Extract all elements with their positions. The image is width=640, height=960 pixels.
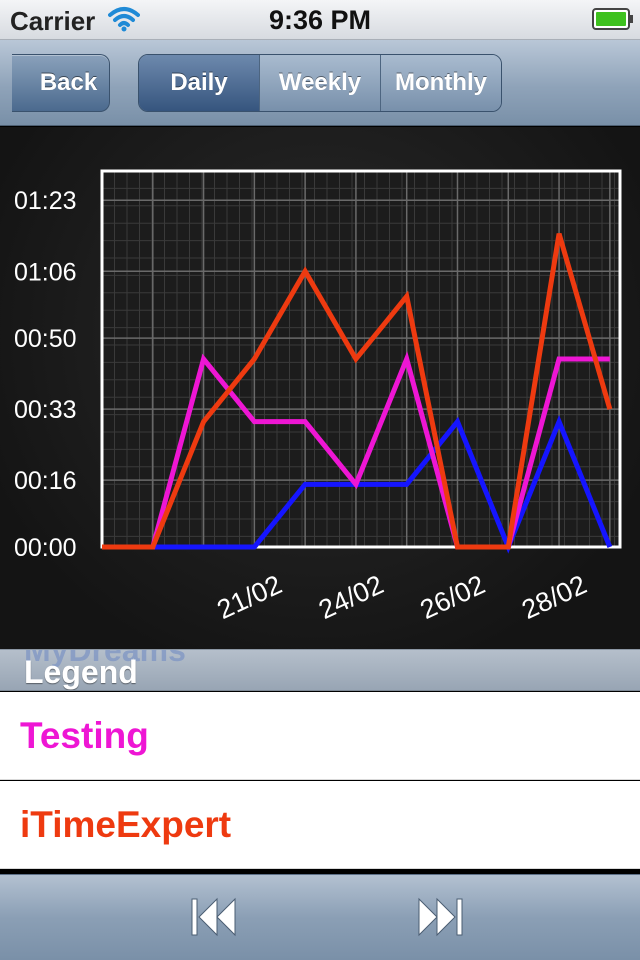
time-chart: 00:00 00:16 00:33 00:50 01:06 01:23 21/02 24/02…	[14, 169, 622, 625]
x-tick-label: 24/02	[314, 569, 388, 625]
navigation-bar: Back Daily Weekly Monthly	[0, 40, 640, 126]
legend-item-label: iTimeExpert	[20, 804, 232, 845]
bottom-toolbar	[0, 874, 640, 960]
plot-background	[102, 171, 620, 547]
x-tick-label: 28/02	[517, 569, 591, 625]
y-tick-label: 00:33	[14, 396, 77, 424]
status-bar: Carrier 9:36 PM	[0, 0, 640, 40]
x-tick-label: 21/02	[213, 569, 287, 625]
y-tick-label: 00:50	[14, 325, 77, 353]
back-button[interactable]: Back	[12, 54, 110, 112]
y-tick-label: 01:06	[14, 258, 77, 286]
fast-forward-icon[interactable]	[416, 897, 464, 937]
period-segmented-control: Daily Weekly Monthly	[138, 54, 502, 112]
y-tick-label: 01:23	[14, 187, 77, 215]
chart-area: 00:00 00:16 00:33 00:50 01:06 01:23 21/02 24/02…	[0, 127, 640, 649]
back-button-wrapper: Back	[12, 54, 110, 112]
segment-weekly[interactable]: Weekly	[259, 55, 380, 111]
battery-icon	[592, 8, 633, 30]
legend-title: Legend	[24, 654, 138, 690]
legend-item-label: Testing	[20, 715, 149, 756]
legend-item-testing[interactable]: Testing	[0, 692, 640, 780]
legend-item-itimeexpert[interactable]: iTimeExpert	[0, 781, 640, 869]
y-tick-label: 00:00	[14, 534, 77, 562]
x-tick-label: 26/02	[416, 569, 490, 625]
clock: 9:36 PM	[268, 5, 372, 35]
y-tick-label: 00:16	[14, 467, 77, 495]
rewind-icon[interactable]	[190, 897, 238, 937]
segment-monthly[interactable]: Monthly	[380, 55, 501, 111]
segment-daily[interactable]: Daily	[139, 55, 259, 111]
legend-header: MyDreams Legend	[0, 649, 640, 691]
